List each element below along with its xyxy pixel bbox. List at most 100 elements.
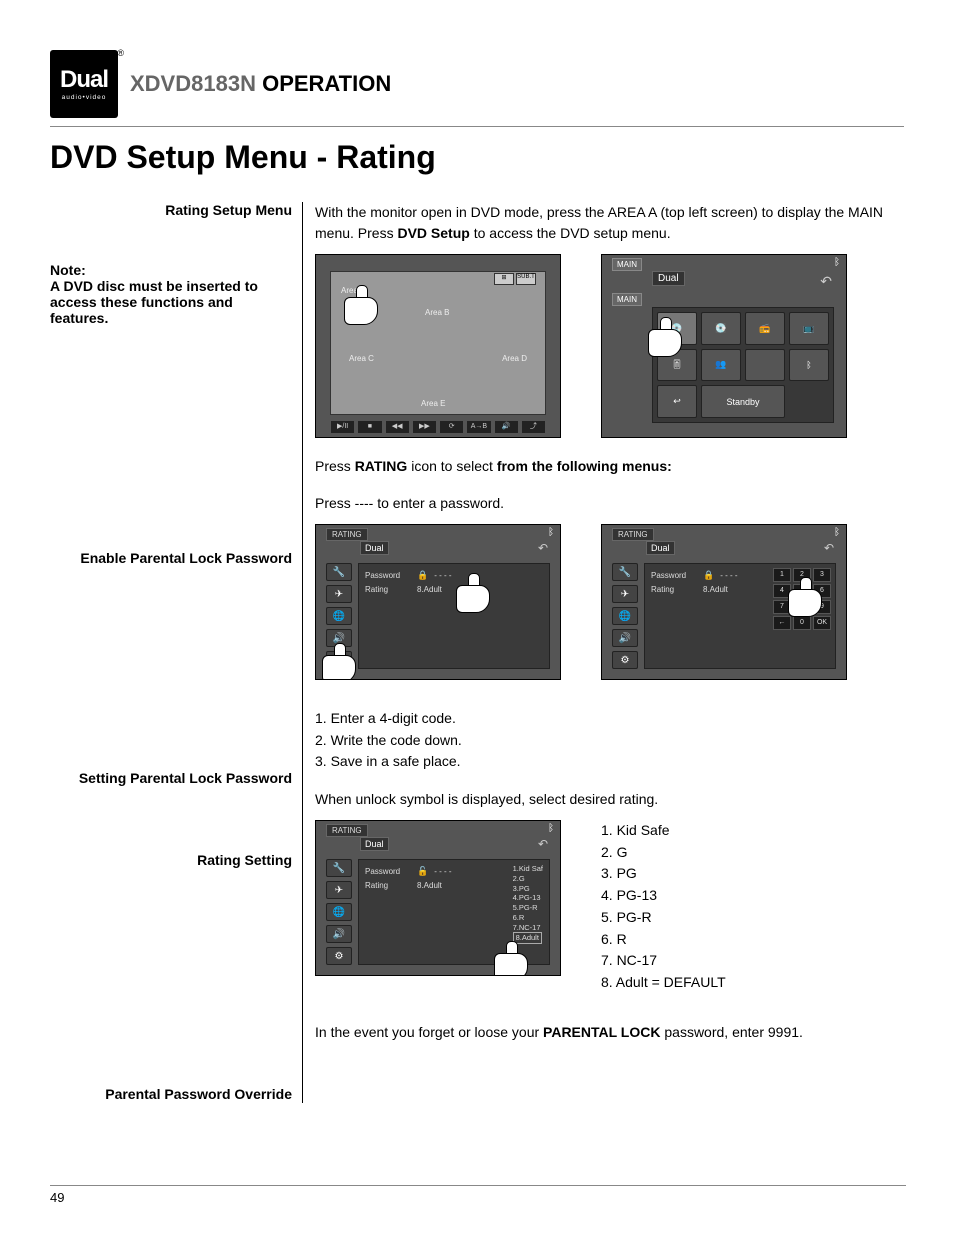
- lock-icon: 🔒: [703, 570, 714, 581]
- side-icon-5: ⚙: [326, 947, 352, 965]
- password-label: Password: [365, 867, 411, 876]
- side-icon-1: 🔧: [612, 563, 638, 581]
- side-icon-2: ✈: [612, 585, 638, 603]
- opt-2: 2.G: [513, 874, 543, 884]
- play-pause-icon: ▶/II: [330, 420, 355, 434]
- label-setting-parental: Setting Parental Lock Password: [50, 770, 292, 786]
- area-e-label: Area E: [421, 399, 445, 408]
- rating-3: 3. PG: [601, 863, 726, 885]
- content-grid: Rating Setup Menu Note: A DVD disc must …: [50, 202, 904, 1103]
- hand-pointer-icon: [648, 317, 682, 357]
- dual-logo-small: Dual: [646, 541, 675, 555]
- menu-cell-9: ↩: [657, 385, 697, 418]
- note-title: Note:: [50, 262, 292, 278]
- rating-7: 7. NC-17: [601, 950, 726, 972]
- forward-icon: ▶▶: [412, 420, 437, 434]
- note-body: A DVD disc must be inserted to access th…: [50, 278, 292, 326]
- password-dashes: - - - -: [434, 571, 451, 580]
- rating-options-list: 1.Kid Saf 2.G 3.PG 4.PG-13 5.PG-R 6.R 7.…: [513, 864, 543, 944]
- side-icon-4: 🔊: [326, 925, 352, 943]
- rating-6: 6. R: [601, 929, 726, 951]
- opt-7: 7.NC-17: [513, 923, 543, 933]
- repeat-icon: ⟳: [439, 420, 464, 434]
- opt-5: 5.PG-R: [513, 903, 543, 913]
- rating-8: 8. Adult = DEFAULT: [601, 972, 726, 994]
- rating-1: 1. Kid Safe: [601, 820, 726, 842]
- press-rating-2: icon to select: [407, 458, 497, 474]
- rating-2: 2. G: [601, 842, 726, 864]
- page-title: DVD Setup Menu - Rating: [50, 139, 904, 176]
- step-2: 2. Write the code down.: [315, 730, 904, 752]
- menu-cell-3: 📻: [745, 312, 785, 345]
- logo-subtext: audio•video: [62, 94, 107, 101]
- screenshot-rating-password: ᛒ RATING Dual ↶ 🔧 ✈ 🌐 🔊 ⚙ Password 🔒 - -…: [315, 524, 561, 680]
- back-arrow-icon: ↶: [824, 541, 834, 555]
- label-rating-setting: Rating Setting: [50, 852, 292, 868]
- unlock-icon: 🔓: [417, 866, 428, 877]
- hand-pointer-icon: [344, 285, 378, 325]
- ab-repeat-icon: A→B: [466, 420, 491, 434]
- side-icon-2: ✈: [326, 585, 352, 603]
- hand-pointer-icon: [456, 573, 490, 613]
- override-bold: PARENTAL LOCK: [543, 1024, 660, 1040]
- rating-setup-intro: With the monitor open in DVD mode, press…: [315, 202, 904, 244]
- main-tab-1: MAIN: [612, 258, 642, 271]
- override-text: In the event you forget or loose your PA…: [315, 1022, 904, 1043]
- side-icon-4: 🔊: [612, 629, 638, 647]
- rewind-icon: ◀◀: [385, 420, 410, 434]
- rating-tab: RATING: [612, 528, 654, 541]
- menu-cell-6: 👥: [701, 349, 741, 382]
- eject-icon: ⤴: [521, 420, 546, 434]
- screenshot-dvd-areas: Area A Area B Area C Area D Area E ⊞ SUB…: [315, 254, 561, 438]
- standby-button: Standby: [701, 385, 785, 418]
- side-icon-1: 🔧: [326, 563, 352, 581]
- header-title: XDVD8183N OPERATION: [130, 71, 391, 97]
- model-number: XDVD8183N: [130, 71, 256, 96]
- rating-side-icons: 🔧 ✈ 🌐 🔊 ⚙: [326, 859, 352, 965]
- password-row: Password 🔒 - - - -: [365, 570, 543, 581]
- stop-icon: ■: [357, 420, 382, 434]
- right-column: With the monitor open in DVD mode, press…: [302, 202, 904, 1103]
- step-3: 3. Save in a safe place.: [315, 751, 904, 773]
- ratings-legend: 1. Kid Safe 2. G 3. PG 4. PG-13 5. PG-R …: [601, 820, 726, 994]
- setting-steps-list: 1. Enter a 4-digit code. 2. Write the co…: [315, 708, 904, 773]
- screenshot-row-1: Area A Area B Area C Area D Area E ⊞ SUB…: [315, 254, 904, 438]
- rating-value: 8.Adult: [703, 585, 728, 594]
- dual-logo-small: Dual: [360, 541, 389, 555]
- label-rating-setup-menu: Rating Setup Menu: [50, 202, 292, 218]
- back-arrow-icon: ↶: [538, 837, 548, 851]
- section-name: OPERATION: [262, 71, 391, 96]
- opt-1: 1.Kid Saf: [513, 864, 543, 874]
- playback-controls: ▶/II ■ ◀◀ ▶▶ ⟳ A→B 🔊 ⤴: [330, 420, 546, 434]
- bluetooth-icon: ᛒ: [834, 257, 840, 268]
- rating-setting-text: When unlock symbol is displayed, select …: [315, 789, 904, 810]
- hand-pointer-icon: [494, 941, 528, 976]
- password-label: Password: [651, 571, 697, 580]
- screenshot-row-3: ᛒ RATING Dual ↶ 🔧 ✈ 🌐 🔊 ⚙ Password 🔓 - -…: [315, 820, 904, 994]
- note-block: Note: A DVD disc must be inserted to acc…: [50, 262, 292, 326]
- page-header: ® Dual audio•video XDVD8183N OPERATION: [50, 50, 904, 118]
- page-number: 49: [50, 1185, 906, 1205]
- password-dashes: - - - -: [434, 867, 451, 876]
- ss-top-right-buttons: ⊞ SUB.T: [494, 273, 536, 285]
- password-dashes: - - - -: [720, 571, 737, 580]
- back-arrow-icon: ↶: [820, 273, 832, 290]
- side-icon-1: 🔧: [326, 859, 352, 877]
- rating-4: 4. PG-13: [601, 885, 726, 907]
- bluetooth-icon: ᛒ: [834, 527, 840, 538]
- rating-value: 8.Adult: [417, 881, 442, 890]
- rating-5: 5. PG-R: [601, 907, 726, 929]
- opt-3: 3.PG: [513, 884, 543, 894]
- rating-value: 8.Adult: [417, 585, 442, 594]
- rating-label: Rating: [651, 585, 697, 594]
- press-rating-bold2: from the following menus:: [497, 458, 672, 474]
- registered-mark: ®: [117, 48, 124, 58]
- area-b-label: Area B: [425, 308, 449, 317]
- key-ok: OK: [813, 616, 831, 630]
- intro-bold: DVD Setup: [397, 225, 469, 241]
- override-1: In the event you forget or loose your: [315, 1024, 543, 1040]
- menu-cell-2: 💽: [701, 312, 741, 345]
- side-icon-3: 🌐: [612, 607, 638, 625]
- side-icon-3: 🌐: [326, 903, 352, 921]
- left-column: Rating Setup Menu Note: A DVD disc must …: [50, 202, 302, 1103]
